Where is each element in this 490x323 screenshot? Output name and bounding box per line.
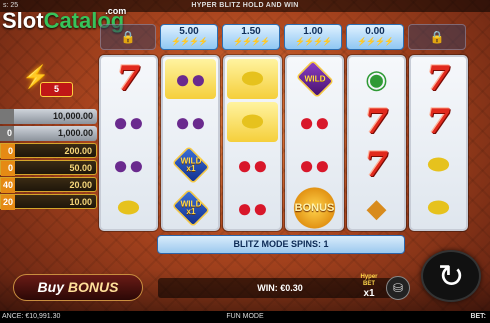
lightning-icon: ⚡⚡⚡⚡ — [171, 37, 208, 46]
cherry-symbol: ●● — [236, 192, 269, 223]
reel-5: ◉ 7 7 ◆ — [347, 55, 406, 231]
prize-level-5: 40 20.00 — [0, 177, 97, 193]
lemon-symbol: ⬬ — [117, 192, 140, 222]
value-tile-2: 5.00 ⚡⚡⚡⚡ — [160, 24, 218, 50]
seven-symbol: 7 — [116, 59, 141, 99]
reel-3: ⬬ ⬬ ●● ●● — [223, 55, 282, 231]
seven-symbol: 7 — [364, 102, 389, 142]
lemon-symbol: ⬬ — [427, 149, 450, 179]
pineapple-symbol: ◆ — [366, 192, 387, 223]
locked-tile-6: 🔒 — [408, 24, 466, 50]
lemon-symbol-highlighted: ⬬ — [227, 59, 278, 99]
status-bar: ANCE: €10,991.30 FUN MODE BET: — [0, 311, 490, 323]
seven-symbol: 7 — [364, 145, 389, 185]
value-tile-3: 1.50 ⚡⚡⚡⚡ — [222, 24, 280, 50]
reel-2: ●● ●● WILD x1 WILD x1 — [161, 55, 220, 231]
lightning-icon: ⚡⚡⚡⚡ — [233, 37, 270, 46]
prize-level-2: 0 1,000.00 — [0, 126, 97, 141]
lemon-symbol: ⬬ — [427, 192, 450, 222]
lock-icon: 🔒 — [429, 30, 445, 44]
prize-level-4: 0 50.00 — [0, 160, 97, 176]
locked-tile-1: 🔒 — [100, 24, 156, 50]
seven-symbol: 7 — [426, 102, 451, 142]
wild-x1-symbol: WILD x1 — [165, 188, 216, 228]
plum-symbol: ●● — [174, 106, 207, 137]
watermelon-symbol: ◉ — [365, 63, 388, 94]
spin-button[interactable]: ↻ — [421, 250, 481, 302]
cherry-symbol: ●● — [298, 149, 331, 180]
reel-6: 7 7 ⬬ ⬬ — [409, 55, 468, 231]
cherry-symbol: ●● — [236, 149, 269, 180]
fun-mode-label: FUN MODE — [226, 313, 264, 320]
blitz-spins-count: 1 — [323, 239, 329, 249]
cherry-symbol: ●● — [298, 106, 331, 137]
bonus-symbol: BONUS — [289, 186, 340, 230]
lightning-icon: ⚡⚡⚡⚡ — [357, 37, 394, 46]
blitz-mode-spins-bar: BLITZ MODE SPINS: 1 — [157, 235, 405, 254]
coin-stack-icon[interactable]: ⛁ — [386, 276, 410, 300]
wild-symbol: WILD — [289, 59, 340, 99]
buy-bonus-button[interactable]: Buy BONUS — [13, 274, 143, 301]
hyper-bet-button[interactable]: Hyper BET x1 — [358, 274, 380, 302]
reel-1: 7 ●● ●● ⬬ — [99, 55, 158, 231]
plum-symbol: ●● — [112, 149, 145, 180]
seven-symbol: 7 — [426, 59, 451, 99]
wild-x1-symbol: WILD x1 — [165, 145, 216, 185]
lock-icon: 🔒 — [120, 30, 136, 44]
bet-label: BET: — [470, 313, 486, 320]
bolt-counter: 5 — [40, 82, 73, 97]
prize-level-3: 0 200.00 — [0, 143, 97, 159]
value-tile-5: 0.00 ⚡⚡⚡⚡ — [346, 24, 404, 50]
reel-4: WILD ●● ●● BONUS — [285, 55, 344, 231]
prize-level-1: 10,000.00 — [0, 109, 97, 124]
plum-symbol-highlighted: ●● — [165, 59, 216, 99]
value-tile-4: 1.00 ⚡⚡⚡⚡ — [284, 24, 342, 50]
prize-level-6: 20 10.00 — [0, 194, 97, 210]
plum-symbol: ●● — [112, 106, 145, 137]
win-amount: €0.30 — [280, 283, 303, 293]
lightning-icon: ⚡⚡⚡⚡ — [295, 37, 332, 46]
lemon-symbol-highlighted: ⬬ — [227, 102, 278, 142]
spin-arrow-icon: ↻ — [437, 258, 465, 294]
